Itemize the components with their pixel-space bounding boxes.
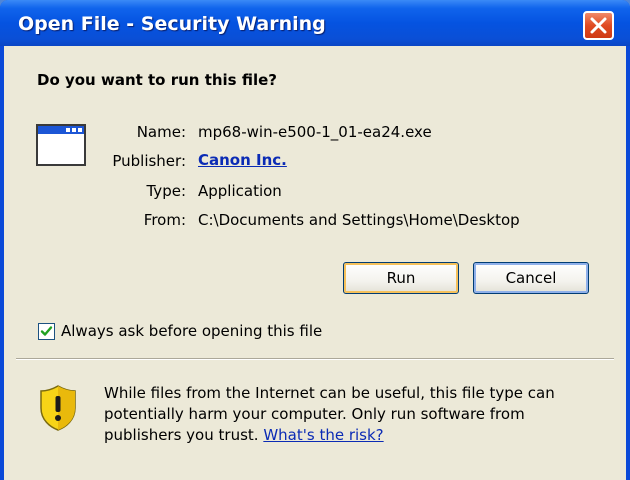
separator (16, 358, 614, 360)
from-value: C:\Documents and Settings\Home\Desktop (198, 211, 520, 229)
close-button[interactable] (583, 11, 614, 40)
cancel-button[interactable]: Cancel (473, 262, 589, 294)
type-label: Type: (146, 182, 186, 200)
publisher-link[interactable]: Canon Inc. (198, 151, 287, 169)
dialog-question: Do you want to run this file? (37, 71, 277, 89)
from-label: From: (143, 211, 186, 229)
run-button[interactable]: Run (343, 262, 459, 294)
shield-warning-icon (40, 385, 76, 431)
whats-the-risk-link[interactable]: What's the risk? (263, 426, 383, 444)
warning-message: While files from the Internet can be use… (104, 383, 604, 446)
checkmark-icon (40, 326, 53, 336)
always-ask-label[interactable]: Always ask before opening this file (61, 322, 322, 340)
always-ask-checkbox[interactable] (38, 323, 55, 340)
security-warning-dialog: Open File - Security Warning Do you want… (0, 0, 630, 480)
dialog-body: Do you want to run this file? Name: mp68… (4, 46, 626, 480)
window-title: Open File - Security Warning (18, 13, 326, 35)
name-value: mp68-win-e500-1_01-ea24.exe (198, 123, 432, 141)
type-value: Application (198, 182, 282, 200)
name-label: Name: (136, 123, 186, 141)
close-icon (590, 17, 607, 34)
publisher-label: Publisher: (112, 152, 186, 170)
title-bar[interactable]: Open File - Security Warning (0, 0, 630, 46)
